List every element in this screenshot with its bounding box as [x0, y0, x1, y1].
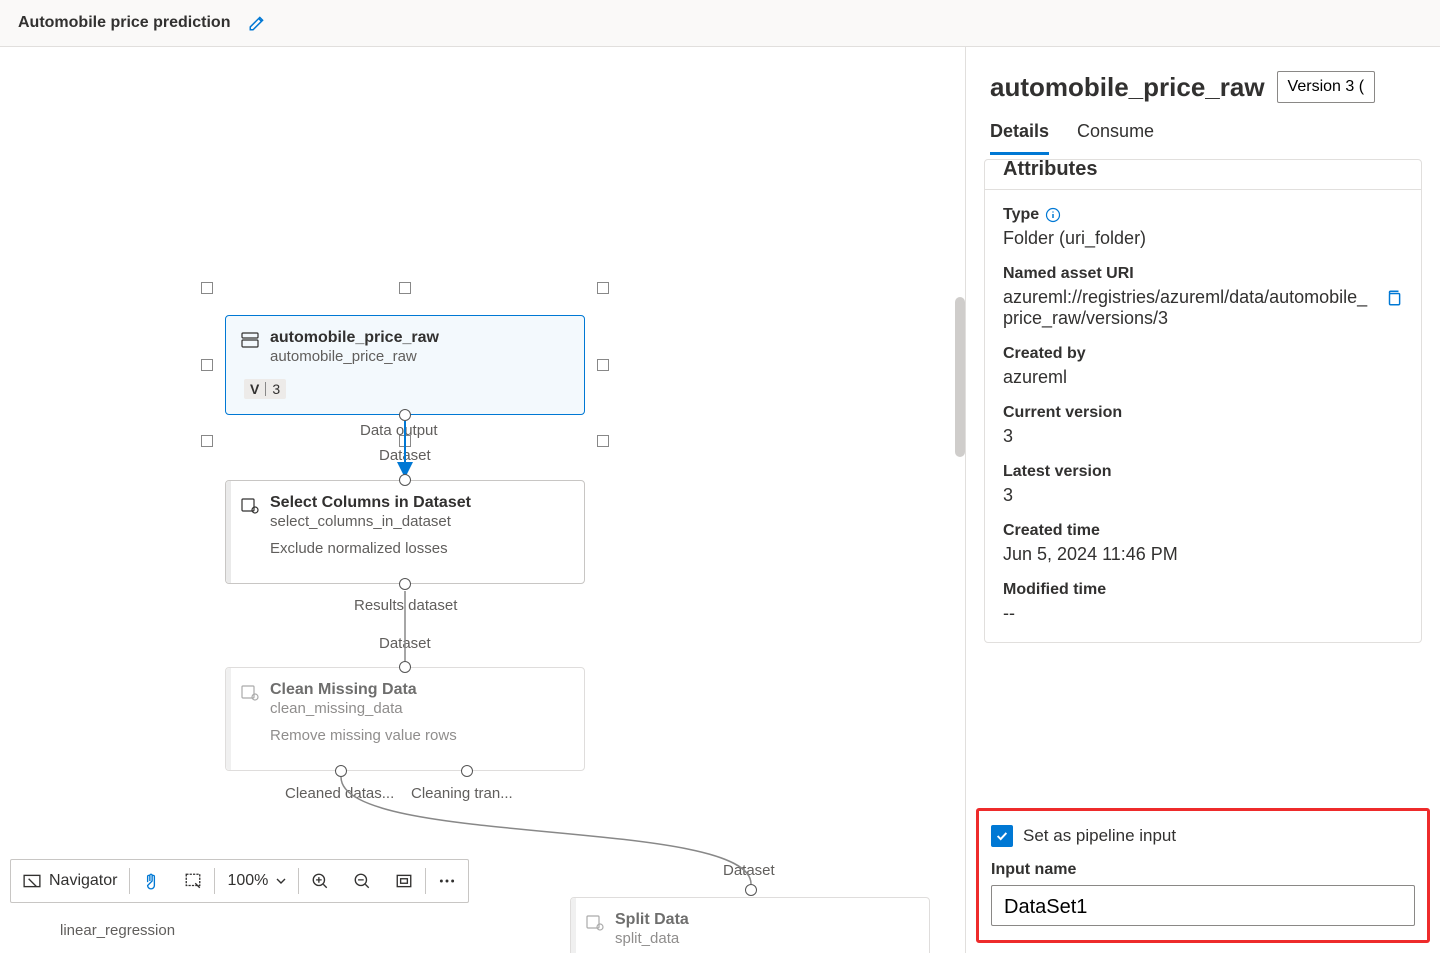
page-title: Automobile price prediction — [18, 14, 230, 32]
port-label: Dataset — [723, 862, 775, 879]
more-button[interactable] — [426, 860, 468, 902]
node-select-columns[interactable]: Select Columns in Dataset select_columns… — [225, 480, 585, 584]
hand-icon — [142, 872, 160, 890]
attributes-heading: Attributes — [1003, 155, 1403, 181]
copy-uri-button[interactable] — [1385, 289, 1403, 307]
node-subtitle: automobile_price_raw — [270, 348, 439, 365]
node-description: Exclude normalized losses — [226, 540, 584, 567]
navigator-button[interactable]: Navigator — [11, 860, 129, 902]
node-subtitle: split_data — [615, 930, 689, 947]
modifiedtime-value: -- — [1003, 603, 1403, 624]
module-icon — [240, 495, 260, 515]
latestver-label: Latest version — [1003, 463, 1403, 481]
node-title: Split Data — [615, 910, 689, 930]
selection-handle[interactable] — [597, 435, 609, 447]
output-port[interactable] — [335, 765, 347, 777]
type-label: Type — [1003, 206, 1403, 224]
zoom-in-button[interactable] — [299, 860, 341, 902]
zoom-in-icon — [311, 872, 329, 890]
module-icon — [240, 682, 260, 702]
version-select[interactable]: Version 3 ( — [1277, 71, 1375, 103]
panel-asset-name: automobile_price_raw — [990, 72, 1265, 103]
tab-consume[interactable]: Consume — [1077, 121, 1154, 155]
createdby-label: Created by — [1003, 345, 1403, 363]
input-port[interactable] — [399, 474, 411, 486]
select-icon — [184, 872, 202, 890]
selection-handle[interactable] — [597, 282, 609, 294]
selection-handle[interactable] — [201, 359, 213, 371]
node-automobile-price-raw[interactable]: automobile_price_raw automobile_price_ra… — [225, 315, 585, 415]
zoom-level-label: 100% — [227, 872, 268, 890]
tab-details[interactable]: Details — [990, 121, 1049, 155]
canvas-scrollbar[interactable] — [955, 297, 965, 457]
pan-button[interactable] — [130, 860, 172, 902]
port-label: Data output — [360, 422, 438, 439]
node-split-data[interactable]: Split Data split_data — [570, 897, 930, 953]
dataset-icon — [240, 330, 260, 350]
port-label: Cleaned datas... — [285, 785, 394, 802]
attributes-card: Attributes Type Folder (uri_folder) Name… — [984, 159, 1422, 643]
currentver-label: Current version — [1003, 404, 1403, 422]
zoom-out-icon — [353, 872, 371, 890]
selection-handle[interactable] — [201, 282, 213, 294]
navigator-label: Navigator — [49, 872, 117, 890]
node-title: Select Columns in Dataset — [270, 493, 471, 513]
node-title: Clean Missing Data — [270, 680, 417, 700]
edit-title-button[interactable] — [244, 10, 270, 36]
port-label: Dataset — [379, 447, 431, 464]
more-icon — [438, 872, 456, 890]
pipeline-input-section: Set as pipeline input Input name — [976, 808, 1430, 943]
port-label: Dataset — [379, 635, 431, 652]
zoom-level-button[interactable]: 100% — [215, 860, 298, 902]
type-value: Folder (uri_folder) — [1003, 228, 1403, 249]
createdtime-value: Jun 5, 2024 11:46 PM — [1003, 544, 1403, 565]
node-clean-missing-data[interactable]: Clean Missing Data clean_missing_data Re… — [225, 667, 585, 771]
selection-handle[interactable] — [597, 359, 609, 371]
input-name-label: Input name — [991, 861, 1415, 879]
module-icon — [585, 912, 605, 932]
copy-icon — [1385, 289, 1403, 307]
node-description: Remove missing value rows — [226, 727, 584, 754]
page-header: Automobile price prediction — [0, 0, 1440, 47]
info-icon[interactable] — [1045, 207, 1061, 223]
chevron-down-icon — [276, 876, 286, 886]
output-port[interactable] — [399, 409, 411, 421]
output-port[interactable] — [461, 765, 473, 777]
input-port[interactable] — [399, 661, 411, 673]
uri-value: azureml://registries/azureml/data/automo… — [1003, 287, 1375, 329]
details-panel: automobile_price_raw Version 3 ( Details… — [965, 47, 1440, 953]
panel-tabs: Details Consume — [966, 103, 1440, 155]
port-label: Results dataset — [354, 597, 457, 614]
zoom-out-button[interactable] — [341, 860, 383, 902]
node-linear-regression-partial: linear_regression — [60, 922, 175, 939]
version-badge: V 3 — [244, 379, 286, 399]
fit-icon — [395, 872, 413, 890]
set-as-pipeline-input-checkbox[interactable] — [991, 825, 1013, 847]
select-button[interactable] — [172, 860, 214, 902]
pipeline-canvas[interactable]: automobile_price_raw automobile_price_ra… — [0, 47, 965, 953]
latestver-value: 3 — [1003, 485, 1403, 506]
node-subtitle: clean_missing_data — [270, 700, 417, 717]
set-as-pipeline-input-label: Set as pipeline input — [1023, 826, 1176, 846]
input-name-field[interactable] — [991, 885, 1415, 926]
currentver-value: 3 — [1003, 426, 1403, 447]
input-port[interactable] — [745, 884, 757, 896]
fit-button[interactable] — [383, 860, 425, 902]
node-title: automobile_price_raw — [270, 328, 439, 348]
navigator-icon — [23, 872, 41, 890]
createdtime-label: Created time — [1003, 522, 1403, 540]
selection-handle[interactable] — [399, 282, 411, 294]
selection-handle[interactable] — [201, 435, 213, 447]
pencil-icon — [248, 14, 266, 32]
createdby-value: azureml — [1003, 367, 1403, 388]
uri-label: Named asset URI — [1003, 265, 1403, 283]
port-label: Cleaning tran... — [411, 785, 513, 802]
node-subtitle: select_columns_in_dataset — [270, 513, 471, 530]
modifiedtime-label: Modified time — [1003, 581, 1403, 599]
canvas-toolbar: Navigator 100% — [10, 859, 469, 903]
output-port[interactable] — [399, 578, 411, 590]
